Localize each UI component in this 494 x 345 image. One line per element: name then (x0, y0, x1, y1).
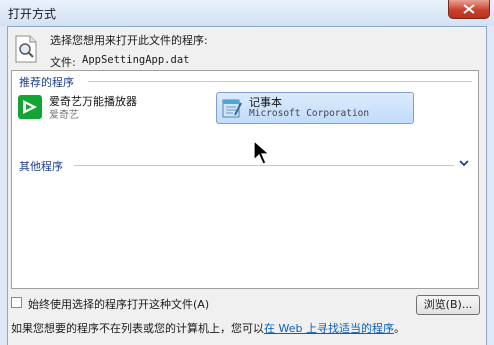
browse-button[interactable]: 浏览(B)... (416, 295, 480, 315)
group-divider (88, 81, 472, 82)
web-search-link[interactable]: 在 Web 上寻找适当的程序 (264, 322, 394, 335)
program-item-notepad[interactable]: 记事本 Microsoft Corporation (216, 92, 414, 124)
file-search-icon (15, 35, 37, 63)
dialog-body: 选择您想用来打开此文件的程序: 文件: AppSettingApp.dat 推荐… (7, 26, 487, 345)
always-use-checkbox[interactable] (11, 297, 22, 308)
group-header-recommended[interactable]: 推荐的程序 (19, 74, 74, 90)
chevron-down-icon[interactable] (459, 159, 469, 167)
program-publisher: Microsoft Corporation (249, 108, 370, 119)
help-text: 如果您想要的程序不在列表或您的计算机上，您可以在 Web 上寻找适当的程序。 (11, 320, 405, 336)
program-list[interactable]: 推荐的程序 爱奇艺万能播放器 爱奇艺 记事本 Microsoft Corpora… (11, 70, 479, 289)
group-divider (74, 165, 454, 166)
window-title: 打开方式 (8, 7, 57, 21)
title-bar[interactable]: 打开方式 (0, 0, 494, 26)
file-name: AppSettingApp.dat (82, 54, 190, 66)
notepad-icon (222, 99, 242, 118)
group-header-other[interactable]: 其他程序 (19, 158, 63, 174)
close-icon (463, 4, 475, 14)
always-use-label[interactable]: 始终使用选择的程序打开这种文件(A) (28, 296, 209, 312)
close-button[interactable] (448, 0, 490, 19)
program-item-iqiyi[interactable]: 爱奇艺万能播放器 爱奇艺 (16, 93, 206, 123)
help-text-suffix: 。 (393, 322, 405, 335)
iqiyi-player-icon (18, 95, 42, 119)
help-text-prefix: 如果您想要的程序不在列表或您的计算机上，您可以 (11, 322, 264, 335)
prompt-text: 选择您想用来打开此文件的程序: (50, 34, 208, 47)
file-label: 文件: (50, 56, 76, 69)
program-publisher: 爱奇艺 (49, 110, 79, 121)
